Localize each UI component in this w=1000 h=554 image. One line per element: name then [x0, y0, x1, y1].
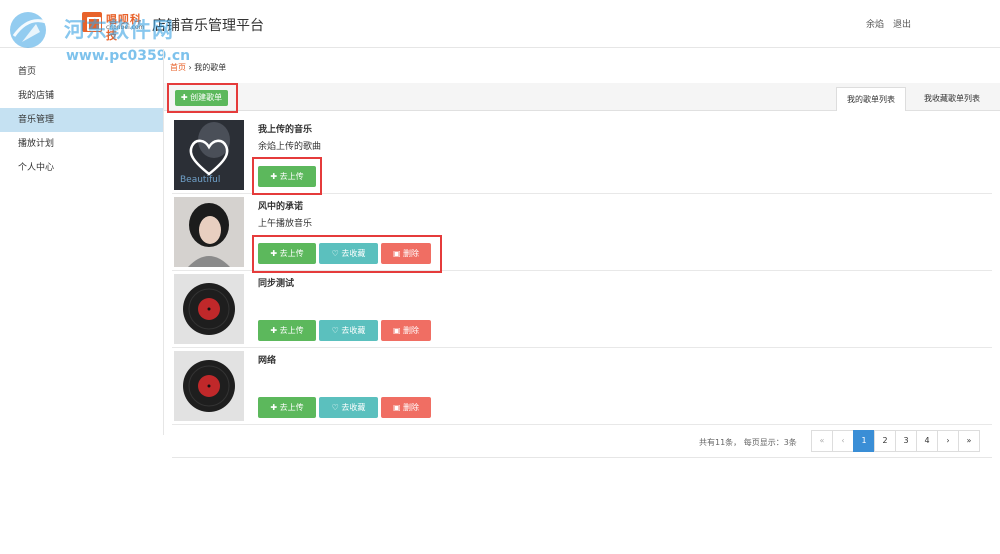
favorite-button[interactable]: ♡ 去收藏	[319, 320, 378, 341]
playlist-cover[interactable]	[174, 351, 244, 421]
sidebar: 首页 我的店铺 音乐管理 播放计划 个人中心	[0, 49, 164, 435]
toolbar: ✚ 创建歌单 我的歌单列表 我收藏歌单列表	[164, 83, 1000, 111]
breadcrumb-current: 我的歌单	[194, 63, 227, 72]
last-page-button[interactable]: »	[958, 430, 980, 452]
playlist-title[interactable]: 我上传的音乐	[258, 122, 312, 135]
page-1-button[interactable]: 1	[853, 430, 875, 452]
breadcrumb-home[interactable]: 首页	[170, 63, 186, 72]
playlist-cover[interactable]	[174, 274, 244, 344]
trash-icon: ▣	[392, 403, 404, 412]
favorite-label: 去收藏	[341, 403, 366, 412]
playlist-cover[interactable]	[174, 197, 244, 267]
sidebar-item-home[interactable]: 首页	[0, 60, 163, 84]
plus-icon: ✚	[270, 326, 280, 335]
highlight-box	[167, 83, 238, 113]
playlist-cover[interactable]: Beautiful	[174, 120, 244, 190]
pagination: « ‹ 1 2 3 4 › »	[811, 430, 980, 452]
logout-link[interactable]: 退出	[893, 17, 911, 30]
sidebar-item-music-management[interactable]: 音乐管理	[0, 108, 163, 132]
prev-page-button[interactable]: ‹	[832, 430, 854, 452]
playlist-title[interactable]: 同步测试	[258, 276, 294, 289]
heart-cover-image: Beautiful	[174, 120, 244, 190]
playlist-desc: 余焰上传的歌曲	[258, 142, 322, 152]
sidebar-item-my-store[interactable]: 我的店铺	[0, 84, 163, 108]
highlight-box	[252, 157, 322, 195]
sidebar-item-profile[interactable]: 个人中心	[0, 156, 163, 180]
page-4-button[interactable]: 4	[916, 430, 938, 452]
highlight-box	[252, 235, 442, 273]
playlist-item: 同步测试 ✚ 去上传 ♡ 去收藏 ▣ 删除	[172, 270, 992, 348]
playlist-item: 网络 ✚ 去上传 ♡ 去收藏 ▣ 删除	[172, 347, 992, 425]
tab-favorite-playlists[interactable]: 我收藏歌单列表	[914, 87, 990, 111]
sidebar-item-play-schedule[interactable]: 播放计划	[0, 132, 163, 156]
delete-label: 删除	[403, 403, 420, 412]
pagination-info: 共有11条， 每页显示：3条	[699, 438, 797, 447]
page-2-button[interactable]: 2	[874, 430, 896, 452]
next-page-button[interactable]: ›	[937, 430, 959, 452]
breadcrumb-separator: ›	[188, 63, 192, 72]
heart-icon: ♡	[331, 403, 342, 412]
playlist-desc: 上午播放音乐	[258, 219, 313, 229]
delete-label: 删除	[403, 326, 420, 335]
trash-icon: ▣	[392, 326, 404, 335]
upload-label: 去上传	[279, 403, 304, 412]
playlist-title[interactable]: 网络	[258, 353, 276, 366]
user-name[interactable]: 余焰	[866, 17, 884, 30]
vinyl-icon	[174, 351, 244, 421]
watermark-logo-icon	[10, 12, 47, 48]
portrait-cover-image	[174, 197, 244, 267]
delete-button[interactable]: ▣ 删除	[381, 320, 431, 341]
first-page-button[interactable]: «	[811, 430, 833, 452]
favorite-label: 去收藏	[341, 326, 366, 335]
plus-icon: ✚	[270, 403, 280, 412]
breadcrumb: 首页 › 我的歌单	[170, 62, 226, 73]
watermark-site: 河东软件网	[64, 18, 174, 42]
playlist-title[interactable]: 风中的承诺	[258, 199, 303, 212]
page-3-button[interactable]: 3	[895, 430, 917, 452]
upload-button[interactable]: ✚ 去上传	[258, 320, 316, 341]
delete-button[interactable]: ▣ 删除	[381, 397, 431, 418]
favorite-button[interactable]: ♡ 去收藏	[319, 397, 378, 418]
vinyl-icon	[174, 274, 244, 344]
divider	[172, 457, 992, 458]
svg-text:Beautiful: Beautiful	[180, 175, 220, 185]
heart-icon: ♡	[331, 326, 342, 335]
tab-my-playlists[interactable]: 我的歌单列表	[836, 87, 906, 111]
upload-button[interactable]: ✚ 去上传	[258, 397, 316, 418]
upload-label: 去上传	[279, 326, 304, 335]
